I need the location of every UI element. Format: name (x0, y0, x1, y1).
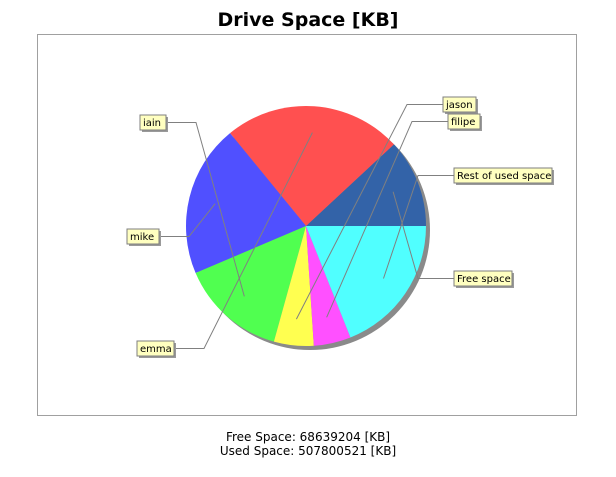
used-space-text: Used Space: 507800521 [KB] (219, 444, 397, 458)
free-space-text: Free Space: 68639204 [KB] (225, 430, 391, 444)
slice-label-emma: emma (140, 344, 172, 355)
slice-label-filipe: filipe (451, 117, 475, 128)
pie-chart: Free space emma mike iain jason filipe Rest of… (126, 96, 554, 358)
slice-label-mike: mike (130, 232, 154, 243)
slice-label-free-space: Free space (457, 274, 511, 285)
slice-label-rest-of-used-space: Rest of used space (457, 171, 551, 182)
slice-label-iain: iain (143, 118, 161, 129)
slice-label-jason: jason (445, 100, 473, 111)
